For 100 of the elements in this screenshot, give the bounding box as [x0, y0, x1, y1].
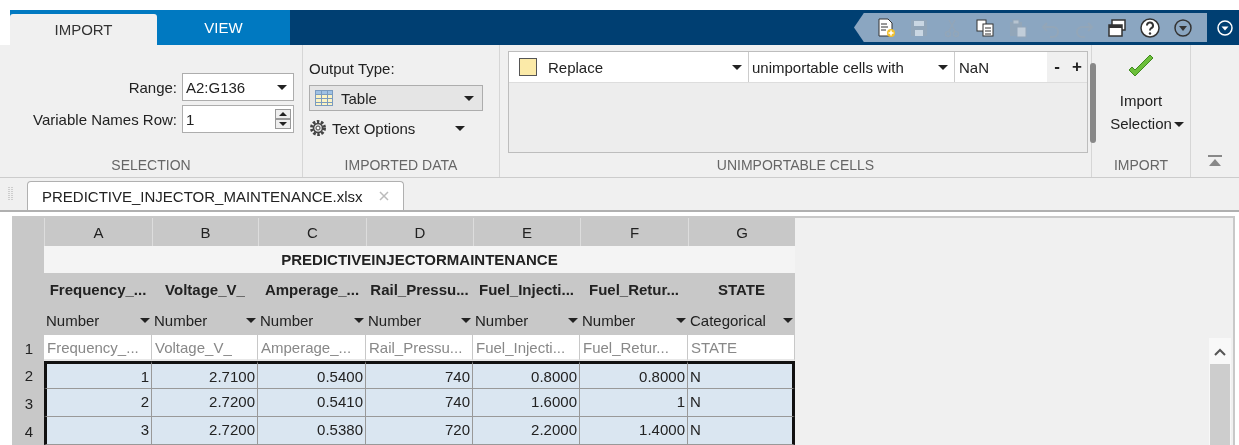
- vertical-scrollbar[interactable]: [1209, 338, 1231, 445]
- table-cell: 1.6000: [473, 389, 580, 417]
- variable-name[interactable]: Fuel_Retur...: [580, 273, 688, 306]
- table-cell: 0.5410: [258, 389, 366, 417]
- table-cell: 0.8000: [473, 361, 580, 389]
- section-label: UNIMPORTABLE CELLS: [715, 156, 876, 176]
- caret-icon: [732, 64, 742, 70]
- ribbon-tab[interactable]: VIEW: [157, 9, 290, 46]
- row-number[interactable]: 4: [14, 417, 44, 445]
- close-icon[interactable]: [378, 191, 389, 201]
- range-field[interactable]: A2:G136: [182, 73, 294, 102]
- caret-icon: [938, 64, 948, 70]
- table-cell: 0.5400: [258, 361, 366, 389]
- table-cell: 0.8000: [580, 361, 688, 389]
- section-label: IMPORTED DATA: [343, 156, 459, 176]
- type-dropdown[interactable]: Number: [580, 306, 688, 335]
- type-dropdown[interactable]: Number: [44, 306, 152, 335]
- document-tab[interactable]: PREDICTIVE_INJECTOR_MAINTENANCE.xlsx: [27, 181, 404, 210]
- caret-icon: [464, 95, 474, 101]
- ribbon-tab[interactable]: IMPORT: [10, 13, 157, 46]
- caret-icon: [277, 84, 287, 90]
- table-cell: 2.7100: [152, 361, 258, 389]
- collapse-icon[interactable]: [1207, 155, 1223, 168]
- type-dropdown[interactable]: Number: [258, 306, 366, 335]
- table-cell: N: [688, 361, 795, 389]
- caret-icon: [783, 318, 793, 323]
- variable-name[interactable]: Fuel_Injecti...: [473, 273, 580, 306]
- table-cell: 720: [366, 417, 473, 445]
- target-dropdown[interactable]: unimportable cells with: [749, 52, 955, 83]
- column-header[interactable]: E: [473, 218, 580, 246]
- column-header[interactable]: B: [152, 218, 258, 246]
- row-number[interactable]: 3: [14, 389, 44, 417]
- caret-icon: [354, 318, 364, 323]
- dropdown-menu-icon[interactable]: [1173, 17, 1193, 38]
- add-rule-button[interactable]: +: [1067, 52, 1087, 83]
- section-label: SELECTION: [110, 156, 192, 176]
- table-cell: 0.5380: [258, 417, 366, 445]
- scroll-up-icon[interactable]: [1214, 348, 1226, 356]
- caret-icon: [1174, 122, 1184, 128]
- variable-name[interactable]: STATE: [688, 273, 795, 306]
- variable-name[interactable]: Rail_Pressu...: [366, 273, 473, 306]
- table-cell: STATE: [688, 335, 795, 361]
- replacement-value-field[interactable]: NaN: [955, 58, 1047, 76]
- table-cell: 2.7200: [152, 417, 258, 445]
- column-header[interactable]: G: [688, 218, 795, 246]
- spinner-arrows-icon[interactable]: [275, 109, 291, 130]
- field-label: Variable Names Row:: [33, 110, 177, 128]
- table-cell: 2: [44, 389, 152, 417]
- table-cell: 740: [366, 389, 473, 417]
- table-cell: Amperage_...: [258, 335, 366, 361]
- import-selection-button[interactable]: Import Selection: [1096, 53, 1186, 136]
- type-dropdown[interactable]: Number: [152, 306, 258, 335]
- table-cell: Voltage_V_: [152, 335, 258, 361]
- field-label: Output Type:: [309, 60, 396, 78]
- caret-icon: [455, 125, 465, 131]
- table-cell: N: [688, 389, 795, 417]
- type-dropdown[interactable]: Number: [473, 306, 580, 335]
- column-header[interactable]: F: [580, 218, 688, 246]
- variable-name[interactable]: Voltage_V_: [152, 273, 258, 306]
- table-cell: 1: [44, 361, 152, 389]
- column-header[interactable]: C: [258, 218, 366, 246]
- table-cell: 3: [44, 417, 152, 445]
- gear-icon: [309, 119, 327, 138]
- table-cell: Frequency_...: [44, 335, 152, 361]
- caret-icon: [246, 318, 256, 323]
- remove-rule-button[interactable]: -: [1047, 52, 1067, 83]
- grip-icon[interactable]: [8, 187, 13, 201]
- column-header[interactable]: D: [366, 218, 473, 246]
- caret-icon: [140, 318, 150, 323]
- caret-icon: [676, 318, 686, 323]
- table-cell: 1.4000: [580, 417, 688, 445]
- field-label: Range:: [128, 78, 177, 96]
- variable-name[interactable]: Amperage_...: [258, 273, 366, 306]
- row-number: 1: [14, 335, 44, 361]
- column-header[interactable]: A: [44, 218, 152, 246]
- table-cell: 2.2000: [473, 417, 580, 445]
- help-icon[interactable]: [1140, 17, 1160, 38]
- caret-icon: [568, 318, 578, 323]
- table-cell: Rail_Pressu...: [366, 335, 473, 361]
- type-dropdown[interactable]: Number: [366, 306, 473, 335]
- table-cell: 740: [366, 361, 473, 389]
- table-cell: N: [688, 417, 795, 445]
- minimize-ribbon-icon[interactable]: [1217, 19, 1233, 36]
- table-icon: [315, 90, 333, 107]
- windows-icon[interactable]: [1107, 17, 1127, 38]
- type-dropdown[interactable]: Categorical: [688, 306, 795, 335]
- table-cell: Fuel_Injecti...: [473, 335, 580, 361]
- new-document-icon[interactable]: [876, 17, 896, 38]
- action-dropdown[interactable]: Replace: [545, 52, 749, 83]
- text-options-button[interactable]: Text Options: [309, 119, 465, 138]
- variable-name[interactable]: Frequency_...: [44, 273, 152, 306]
- copy-icon[interactable]: [975, 17, 995, 38]
- row-number[interactable]: 2: [14, 361, 44, 389]
- names-row-field[interactable]: 1: [182, 105, 294, 134]
- output-type-dropdown[interactable]: Table: [309, 85, 483, 112]
- table-cell: 1: [580, 389, 688, 417]
- caret-icon: [461, 318, 471, 323]
- table-cell: Fuel_Retur...: [580, 335, 688, 361]
- section-label: IMPORT: [1112, 156, 1170, 176]
- table-title: PREDICTIVEINJECTORMAINTENANCE: [44, 246, 795, 273]
